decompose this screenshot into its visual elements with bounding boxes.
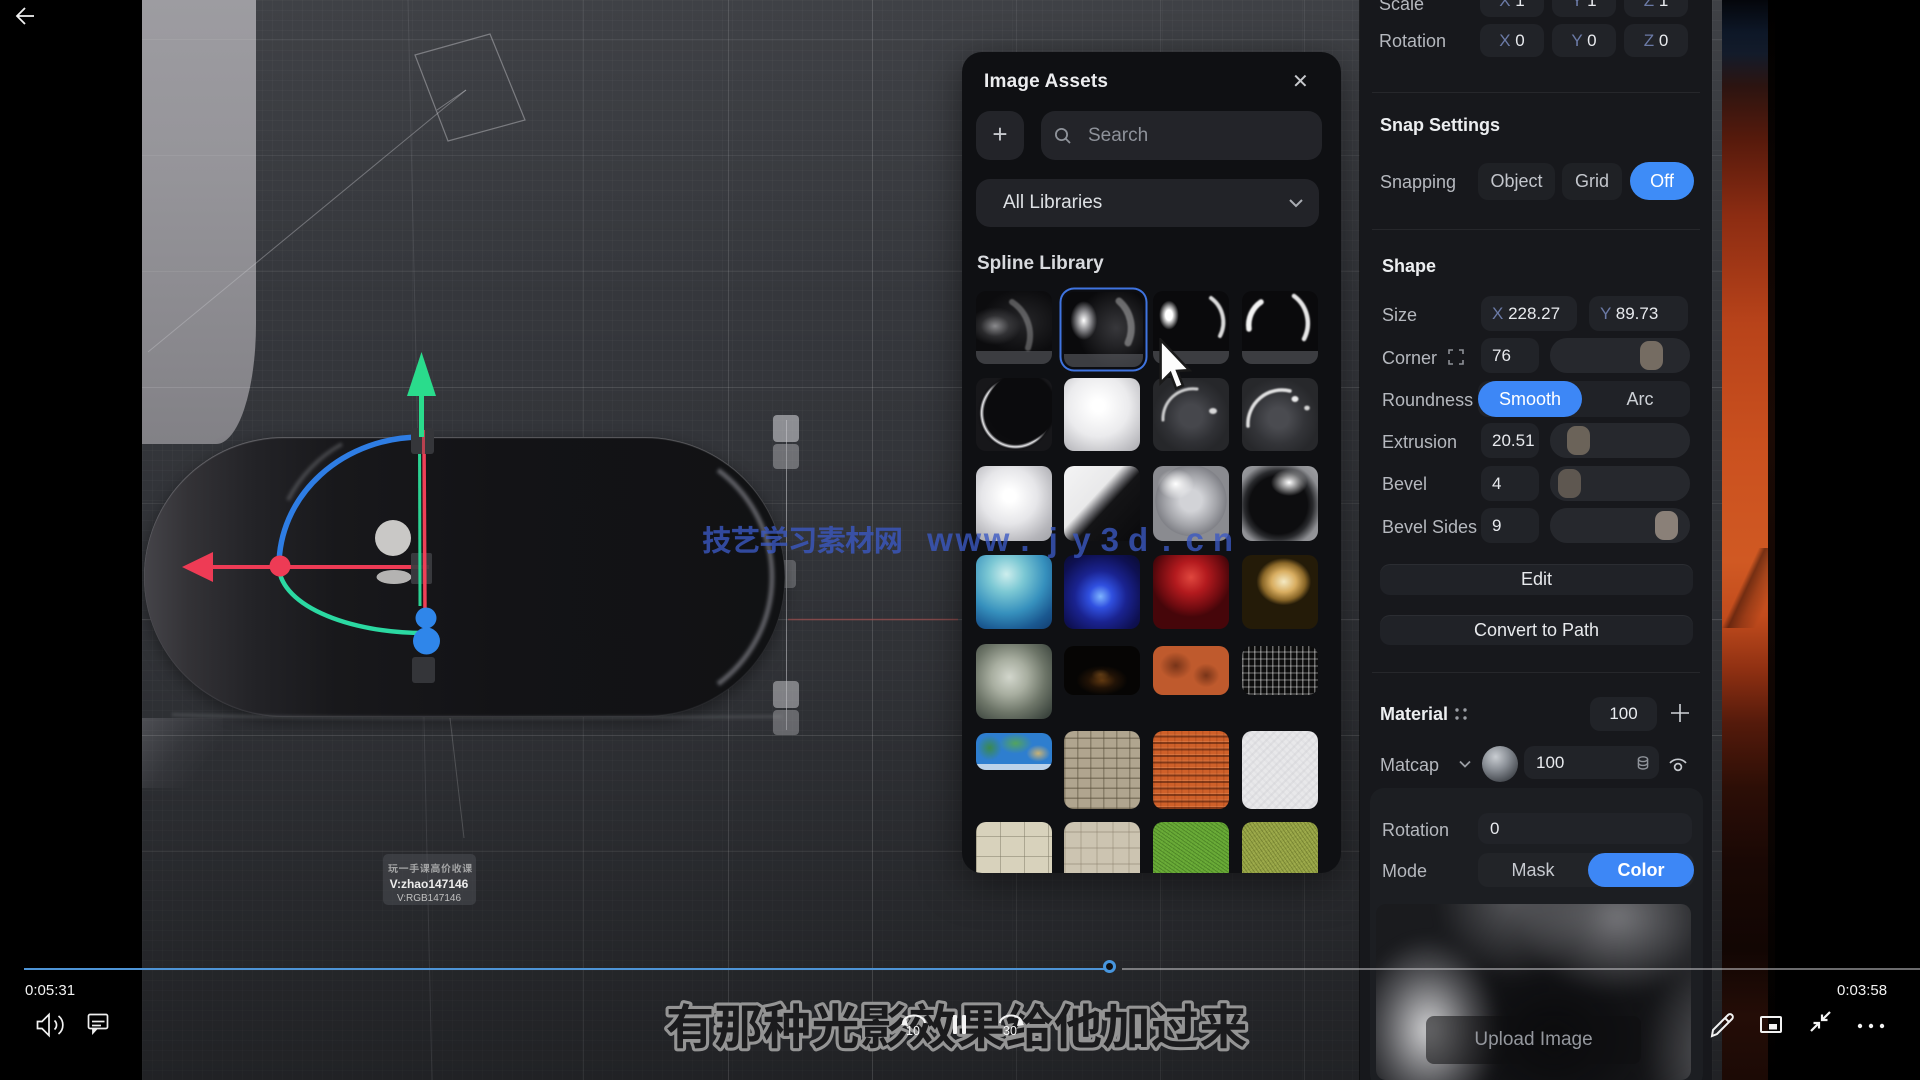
svg-text:10: 10	[906, 1024, 920, 1038]
svg-text:30: 30	[1003, 1024, 1017, 1038]
